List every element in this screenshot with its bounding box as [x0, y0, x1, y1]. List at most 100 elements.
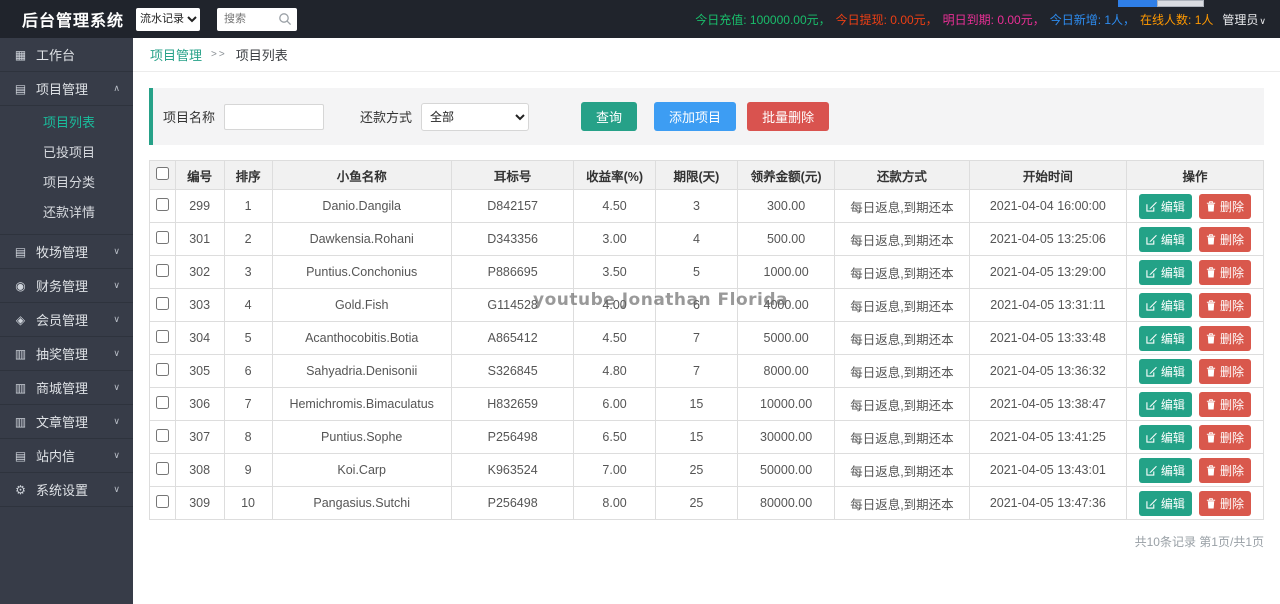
delete-button[interactable]: 删除: [1198, 424, 1251, 450]
main-area: 项目管理 >> 项目列表 项目名称 还款方式 全部 查询 添加项目 批量删除 编…: [133, 38, 1280, 604]
delete-button[interactable]: 删除: [1198, 490, 1251, 516]
edit-icon: [1146, 498, 1157, 509]
cell-start-time: 2021-04-05 13:25:06: [968, 222, 1127, 256]
delete-button[interactable]: 删除: [1198, 358, 1251, 384]
sidebar-item-member-management[interactable]: ◈ 会员管理 ∨: [0, 303, 133, 337]
sidebar-item-ranch-management[interactable]: ▤ 牧场管理 ∨: [0, 235, 133, 269]
topbar-search: [217, 7, 297, 31]
row-select-cell: [149, 387, 176, 421]
row-checkbox[interactable]: [155, 297, 169, 310]
cell-actions: 编辑 删除: [1125, 486, 1265, 520]
sidebar-item-system-settings[interactable]: ⚙ 系统设置 ∨: [0, 473, 133, 507]
sidebar-item-workbench[interactable]: ▦ 工作台: [0, 38, 133, 72]
table-row: 308 9 Koi.Carp K963524 7.00 25 50000.00 …: [149, 453, 1265, 487]
cell-rate: 8.00: [573, 486, 656, 520]
sidebar-item-article-management[interactable]: ▥ 文章管理 ∨: [0, 405, 133, 439]
sidebar-item-label: 项目管理: [36, 82, 89, 97]
edit-button[interactable]: 编辑: [1138, 424, 1192, 450]
sidebar-subitem-repayment-details[interactable]: 还款详情: [0, 198, 133, 228]
sidebar-item-label: 会员管理: [36, 313, 89, 328]
sidebar-item-project-management[interactable]: ▤ 项目管理 ∧: [0, 72, 133, 106]
edit-button[interactable]: 编辑: [1138, 358, 1192, 384]
column-header: 开始时间: [968, 160, 1127, 190]
sidebar-item-lottery-management[interactable]: ▥ 抽奖管理 ∨: [0, 337, 133, 371]
breadcrumb-section[interactable]: 项目管理: [150, 45, 202, 64]
cell-sort: 4: [223, 288, 273, 322]
edit-icon: [1146, 267, 1157, 278]
row-checkbox[interactable]: [155, 429, 169, 442]
delete-button[interactable]: 删除: [1198, 193, 1251, 219]
sidebar-item-label: 商城管理: [36, 381, 89, 396]
table-header-row: 编号 排序 小鱼名称 耳标号 收益率(%) 期限(天) 领养金额(元) 还款方式 开始时间 操作: [149, 160, 1265, 190]
project-name-input[interactable]: [224, 103, 325, 130]
delete-button[interactable]: 删除: [1198, 391, 1251, 417]
row-checkbox[interactable]: [155, 462, 169, 475]
column-header: 期限(天): [654, 160, 739, 190]
chevron-down-icon: ∨: [113, 280, 120, 290]
toggle-on-segment: [1118, 0, 1157, 7]
partial-toggle[interactable]: [1118, 0, 1204, 7]
cell-amount: 1000.00: [737, 255, 836, 289]
delete-button[interactable]: 删除: [1198, 325, 1251, 351]
edit-icon: [1146, 333, 1157, 344]
cell-ear-tag: K963524: [450, 453, 575, 487]
row-checkbox[interactable]: [155, 330, 169, 343]
sidebar-item-site-messages[interactable]: ▤ 站内信 ∨: [0, 439, 133, 473]
edit-button[interactable]: 编辑: [1138, 325, 1192, 351]
bulk-delete-button[interactable]: 批量删除: [747, 102, 830, 131]
row-checkbox[interactable]: [155, 396, 169, 409]
chevron-up-icon: ∧: [113, 83, 120, 93]
edit-button[interactable]: 编辑: [1138, 391, 1192, 417]
record-type-select[interactable]: 流水记录: [136, 7, 200, 31]
delete-button[interactable]: 删除: [1198, 457, 1251, 483]
sidebar-item-label: 文章管理: [36, 415, 89, 430]
search-icon: [279, 12, 292, 25]
row-checkbox[interactable]: [155, 363, 169, 376]
gear-icon: ⚙: [15, 482, 26, 497]
row-checkbox[interactable]: [155, 198, 169, 211]
sidebar-subitem-project-list[interactable]: 项目列表: [0, 108, 133, 138]
table-row: 304 5 Acanthocobitis.Botia A865412 4.50 …: [149, 321, 1265, 355]
edit-button[interactable]: 编辑: [1138, 259, 1192, 285]
row-select-cell: [149, 321, 176, 355]
sidebar-subitem-project-categories[interactable]: 项目分类: [0, 168, 133, 198]
repayment-method-select[interactable]: 全部: [421, 102, 530, 131]
chevron-down-icon: ∨: [113, 484, 120, 494]
cell-days: 3: [654, 189, 739, 223]
select-all-checkbox[interactable]: [155, 167, 169, 180]
select-all-header: [149, 160, 176, 190]
column-header: 编号: [174, 160, 225, 190]
cell-days: 7: [654, 321, 739, 355]
delete-button[interactable]: 删除: [1198, 226, 1251, 252]
delete-button[interactable]: 删除: [1198, 259, 1251, 285]
cell-fish-name: Gold.Fish: [271, 288, 452, 322]
sidebar-item-label: 抽奖管理: [36, 347, 89, 362]
row-checkbox[interactable]: [155, 264, 169, 277]
sidebar-subitem-invested-projects[interactable]: 已投项目: [0, 138, 133, 168]
edit-button[interactable]: 编辑: [1138, 226, 1192, 252]
cell-id: 309: [174, 486, 225, 520]
row-checkbox[interactable]: [155, 495, 169, 508]
edit-button[interactable]: 编辑: [1138, 490, 1192, 516]
cell-id: 303: [174, 288, 225, 322]
admin-menu[interactable]: 管理员∨: [1222, 11, 1266, 28]
row-select-cell: [149, 288, 176, 322]
stat-item: 明日到期: 0.00元，: [942, 12, 1045, 27]
row-checkbox[interactable]: [155, 231, 169, 244]
edit-button[interactable]: 编辑: [1138, 457, 1192, 483]
delete-button[interactable]: 删除: [1198, 292, 1251, 318]
sidebar-item-mall-management[interactable]: ▥ 商城管理 ∨: [0, 371, 133, 405]
edit-button[interactable]: 编辑: [1138, 292, 1192, 318]
cell-days: 15: [654, 387, 739, 421]
query-button[interactable]: 查询: [581, 102, 638, 131]
file-icon: ▥: [14, 380, 27, 395]
cell-actions: 编辑 删除: [1125, 222, 1265, 256]
cell-ear-tag: G114528: [450, 288, 575, 322]
edit-icon: [1146, 366, 1157, 377]
add-project-button[interactable]: 添加项目: [654, 102, 737, 131]
sidebar-item-finance-management[interactable]: ◉ 财务管理 ∨: [0, 269, 133, 303]
clipboard-icon: ▤: [14, 244, 27, 259]
edit-button[interactable]: 编辑: [1138, 193, 1192, 219]
column-header: 还款方式: [834, 160, 970, 190]
trash-icon: [1206, 365, 1216, 377]
